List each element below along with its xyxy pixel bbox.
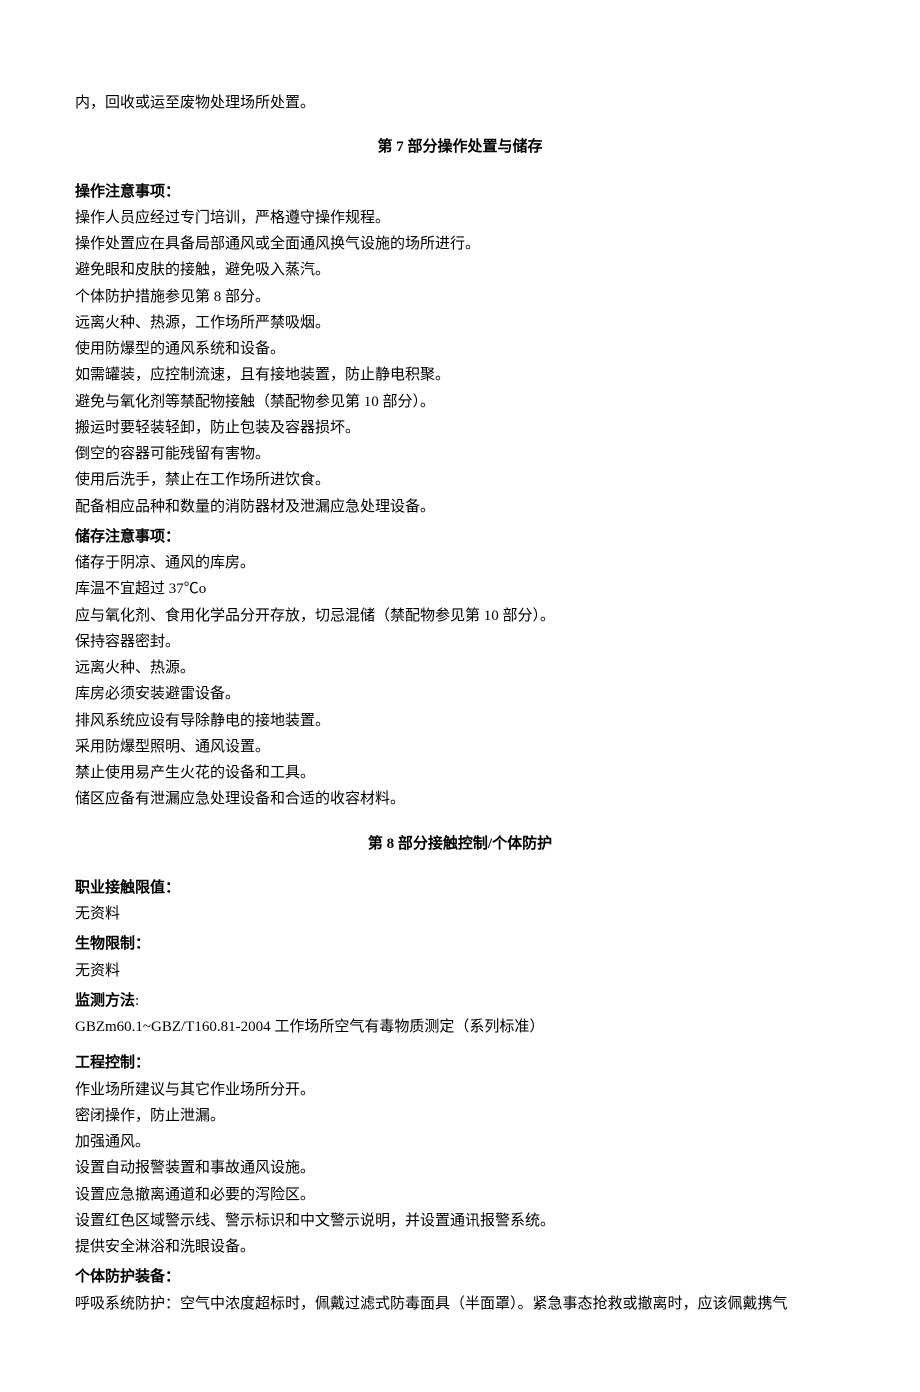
handling-line: 使用防爆型的通风系统和设备。 [75,336,845,362]
engineering-control-heading: 工程控制： [75,1050,845,1076]
handling-line: 使用后洗手，禁止在工作场所进饮食。 [75,467,845,493]
handling-line: 搬运时要轻装轻卸，防止包装及容器损坏。 [75,415,845,441]
eng-control-line: 设置自动报警装置和事故通风设施。 [75,1155,845,1181]
handling-line: 操作处置应在具备局部通风或全面通风换气设施的场所进行。 [75,231,845,257]
eng-control-line: 密闭操作，防止泄漏。 [75,1103,845,1129]
storage-line: 储存于阴凉、通风的库房。 [75,550,845,576]
monitor-method-heading: 监测方法: [75,988,845,1014]
bio-limit-value: 无资料 [75,958,845,984]
eng-control-line: 提供安全淋浴和洗眼设备。 [75,1234,845,1260]
handling-heading: 操作注意事项： [75,179,845,205]
handling-line: 避免眼和皮肤的接触，避免吸入蒸汽。 [75,257,845,283]
ppe-heading: 个体防护装备： [75,1264,845,1290]
intro-fragment: 内，回收或运至废物处理场所处置。 [75,90,845,116]
storage-line: 应与氧化剂、食用化学品分开存放，切忌混储（禁配物参见第 10 部分）。 [75,603,845,629]
handling-line: 操作人员应经过专门培训，严格遵守操作规程。 [75,205,845,231]
storage-line: 禁止使用易产生火花的设备和工具。 [75,760,845,786]
handling-line: 如需罐装，应控制流速，且有接地装置，防止静电积聚。 [75,362,845,388]
storage-line: 储区应备有泄漏应急处理设备和合适的收容材料。 [75,786,845,812]
occupational-limit-value: 无资料 [75,901,845,927]
storage-line: 远离火种、热源。 [75,655,845,681]
eng-control-line: 作业场所建议与其它作业场所分开。 [75,1077,845,1103]
ppe-line: 呼吸系统防护：空气中浓度超标时，佩戴过滤式防毒面具（半面罩）。紧急事态抢救或撤离… [75,1291,845,1317]
occupational-limit-heading: 职业接触限值： [75,875,845,901]
handling-line: 远离火种、热源，工作场所严禁吸烟。 [75,310,845,336]
monitor-method-value: GBZm60.1~GBZ/T160.81-2004 工作场所空气有毒物质测定（系… [75,1014,845,1040]
monitor-colon: : [135,993,139,1009]
storage-line: 排风系统应设有导除静电的接地装置。 [75,708,845,734]
handling-line: 个体防护措施参见第 8 部分。 [75,284,845,310]
storage-line: 保持容器密封。 [75,629,845,655]
eng-control-line: 设置应急撤离通道和必要的泻险区。 [75,1182,845,1208]
section-8-title: 第 8 部分接触控制/个体防护 [75,831,845,857]
bio-limit-heading: 生物限制： [75,931,845,957]
eng-control-line: 加强通风。 [75,1129,845,1155]
monitor-method-label: 监测方法 [75,993,135,1009]
storage-line: 采用防爆型照明、通风设置。 [75,734,845,760]
storage-line: 库温不宜超过 37℃o [75,576,845,602]
section-7-title: 第 7 部分操作处置与储存 [75,134,845,160]
storage-line: 库房必须安装避雷设备。 [75,681,845,707]
eng-control-line: 设置红色区域警示线、警示标识和中文警示说明，并设置通讯报警系统。 [75,1208,845,1234]
handling-line: 避免与氧化剂等禁配物接触（禁配物参见第 10 部分）。 [75,389,845,415]
handling-line: 倒空的容器可能残留有害物。 [75,441,845,467]
handling-line: 配备相应品种和数量的消防器材及泄漏应急处理设备。 [75,494,845,520]
storage-heading: 储存注意事项： [75,524,845,550]
